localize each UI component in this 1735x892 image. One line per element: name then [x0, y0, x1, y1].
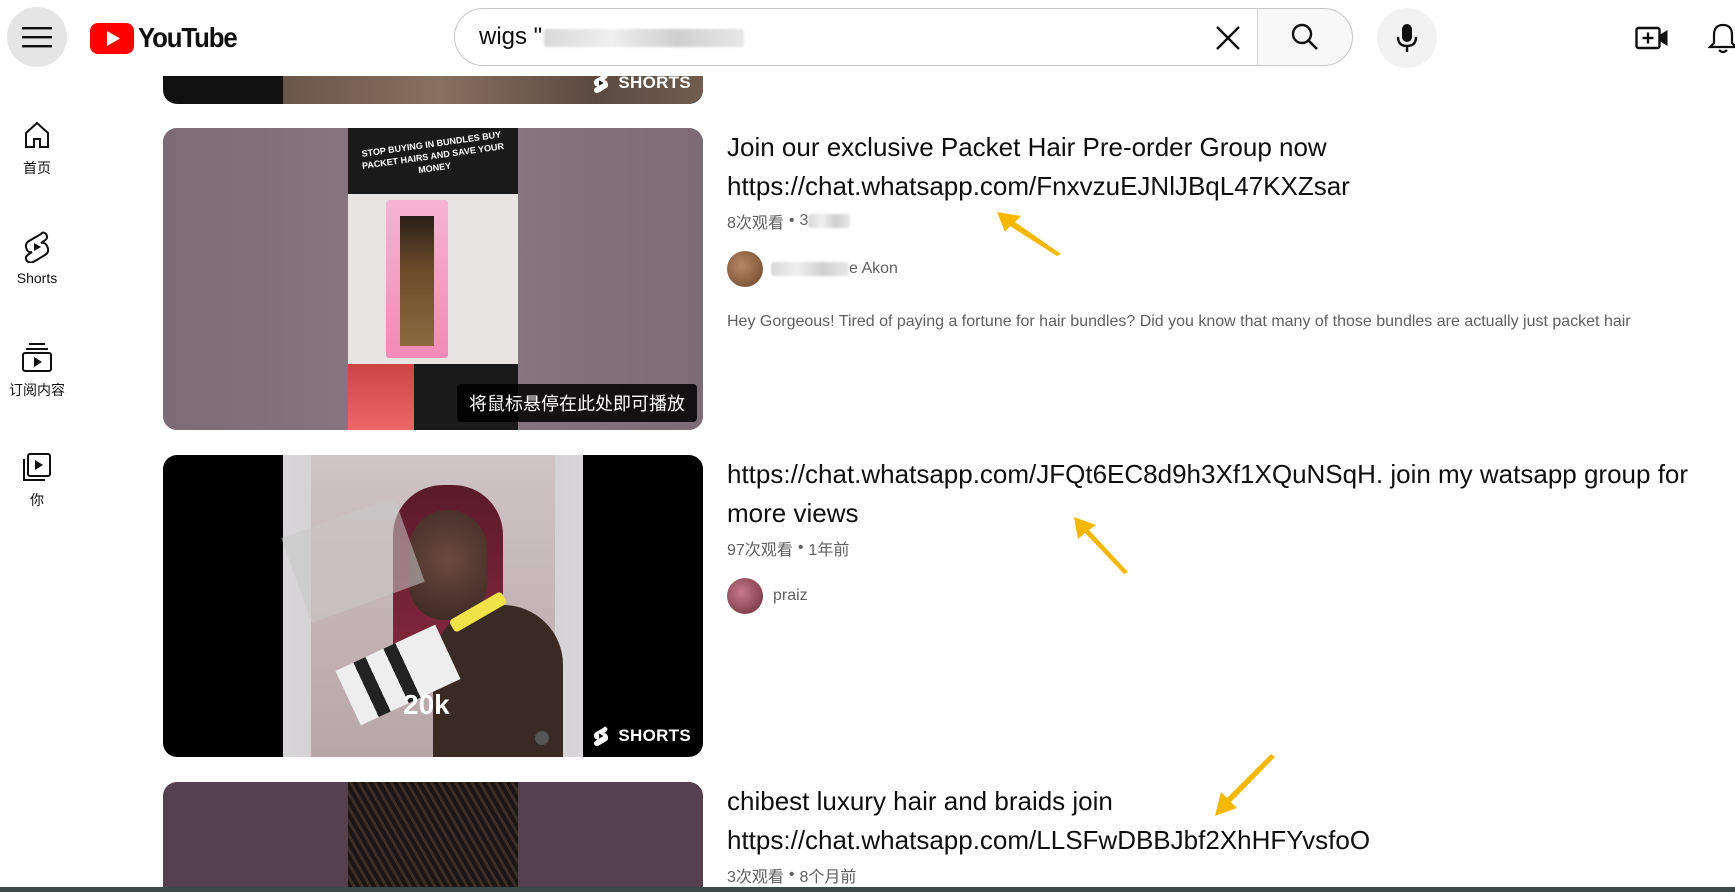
bell-icon [1708, 23, 1735, 54]
view-count: 97次观看 [727, 542, 793, 559]
thumbnail-image-area [348, 194, 518, 364]
voice-search-button[interactable] [1377, 8, 1437, 68]
shorts-badge: SHORTS [592, 725, 691, 747]
video-title-link[interactable]: https://chat.whatsapp.com/FnxvzuEJNlJBqL… [727, 167, 1350, 206]
video-thumbnail[interactable]: STOP BUYING IN BUNDLES BUY PACKET HAIRS … [163, 128, 703, 430]
presenter-image [348, 364, 414, 430]
search-icon [1291, 23, 1318, 50]
search-button[interactable] [1257, 8, 1353, 66]
redacted-query [544, 28, 745, 47]
annotation-arrow-icon [1215, 754, 1275, 816]
video-description: Hey Gorgeous! Tired of paying a fortune … [727, 313, 1631, 330]
thumbnail-caption: STOP BUYING IN BUNDLES BUY PACKET HAIRS … [360, 129, 505, 176]
top-bar: YouTube wigs " [0, 0, 1735, 76]
search-input[interactable]: wigs " [479, 23, 1099, 51]
clear-icon [1216, 26, 1240, 50]
meta-separator: • [797, 539, 804, 556]
annotation-arrow-icon [997, 212, 1061, 256]
avatar[interactable] [727, 251, 763, 287]
volume-icon [535, 731, 549, 745]
redacted-age [808, 214, 851, 228]
shorts-badge-label: SHORTS [618, 726, 691, 745]
video-metadata: 97次观看 • 1年前 [727, 536, 849, 560]
thumbnail-image [348, 782, 518, 887]
menu-icon [22, 27, 52, 48]
hair-strands-image [400, 216, 434, 346]
shorts-icon [594, 726, 609, 746]
search-query-text: wigs " [479, 23, 543, 50]
video-metadata: 3次观看 • 8个月前 [727, 863, 856, 887]
notifications-button[interactable] [1703, 16, 1735, 60]
create-button[interactable] [1630, 16, 1674, 60]
channel-info[interactable]: praiz [727, 578, 808, 614]
microphone-icon [1396, 24, 1418, 52]
video-title[interactable]: https://chat.whatsapp.com/JFQt6EC8d9h3Xf… [727, 455, 1688, 533]
video-title-line: Join our exclusive Packet Hair Pre-order… [727, 132, 1327, 162]
video-metadata: 8次观看 • 3 [727, 209, 851, 233]
view-count: 3次观看 [727, 869, 784, 886]
video-thumbnail[interactable] [163, 782, 703, 887]
redacted-channel-name [771, 262, 849, 276]
video-title[interactable]: Join our exclusive Packet Hair Pre-order… [727, 128, 1350, 206]
annotation-arrow-icon [1074, 517, 1128, 574]
video-title-line: more views [727, 498, 859, 528]
view-count: 8次观看 [727, 215, 784, 232]
menu-button[interactable] [7, 7, 67, 67]
search-results: SHORTS STOP BUYING IN BUNDLES BUY PACKET… [0, 0, 1735, 892]
video-thumbnail[interactable]: 20k SHORTS [163, 455, 703, 757]
upload-age: 3 [799, 212, 809, 229]
youtube-logo[interactable]: YouTube [90, 22, 245, 54]
create-video-icon [1635, 26, 1668, 50]
video-title-link[interactable]: https://chat.whatsapp.com/JFQt6EC8d9h3Xf… [727, 455, 1688, 494]
hover-to-play-tip: 将鼠标悬停在此处即可播放 [457, 384, 697, 422]
meta-separator: • [788, 212, 795, 229]
logo-wordmark: YouTube [138, 22, 238, 53]
clear-search-button[interactable] [1209, 19, 1247, 57]
shorts-badge-label: SHORTS [618, 73, 691, 92]
search-box[interactable]: wigs " [454, 8, 1258, 66]
upload-age: 8个月前 [799, 869, 857, 886]
mannequin-face-image [409, 510, 487, 620]
youtube-logo-icon [90, 22, 134, 54]
channel-name[interactable]: praiz [773, 587, 808, 605]
upload-age: 1年前 [808, 542, 850, 559]
avatar[interactable] [727, 578, 763, 614]
bottom-edge [0, 887, 1735, 892]
meta-separator: • [788, 866, 795, 883]
channel-info[interactable]: e Akon [727, 251, 898, 287]
thumbnail-view-count: 20k [403, 689, 450, 720]
channel-name[interactable]: e Akon [849, 260, 898, 278]
video-title-link[interactable]: https://chat.whatsapp.com/LLSFwDBBJbf2Xh… [727, 821, 1370, 860]
